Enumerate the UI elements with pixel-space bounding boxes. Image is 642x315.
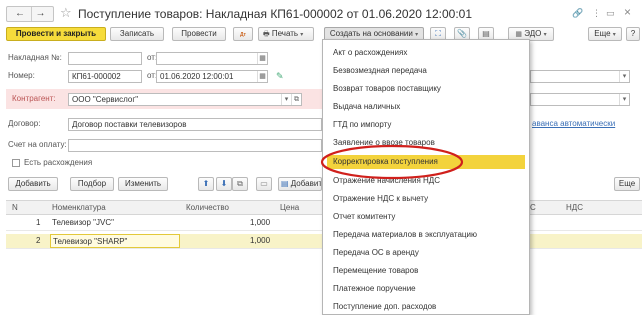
menu-item[interactable]: ГТД по импорту bbox=[331, 118, 523, 132]
row-item: Телевизор "JVC" bbox=[52, 218, 114, 227]
row-qty: 1,000 bbox=[250, 236, 271, 245]
open-icon[interactable]: ⧉ bbox=[291, 94, 301, 105]
window-menu-icon[interactable]: ⋮ bbox=[592, 6, 601, 20]
col-item: Номенклатура bbox=[52, 203, 106, 212]
warehouse-field[interactable]: ▾ bbox=[530, 93, 630, 106]
chevron-down-icon[interactable]: ▾ bbox=[619, 94, 629, 105]
row-qty: 1,000 bbox=[250, 218, 271, 227]
menu-item[interactable]: Возврат товаров поставщику bbox=[331, 82, 523, 96]
more-button[interactable]: Еще ▾ bbox=[588, 27, 622, 41]
printer-icon: 🖶 bbox=[263, 31, 270, 38]
forward-arrow-icon[interactable]: → bbox=[31, 7, 49, 21]
nav-buttons: ← → bbox=[6, 6, 54, 22]
favorite-star-icon[interactable]: ☆ bbox=[60, 5, 72, 21]
calendar-icon[interactable]: ▦ bbox=[257, 71, 267, 82]
menu-item[interactable]: Выдача наличных bbox=[331, 100, 523, 114]
select-button[interactable]: Подбор bbox=[70, 177, 114, 191]
copy-icon: ⧉ bbox=[237, 179, 243, 188]
page-title: Поступление товаров: Накладная КП61-0000… bbox=[78, 7, 472, 21]
contract-value: Договор поставки телевизоров bbox=[72, 120, 187, 129]
contract-label: Договор: bbox=[8, 119, 41, 128]
save-button[interactable]: Записать bbox=[110, 27, 164, 41]
menu-item[interactable]: Платежное поручение bbox=[331, 282, 523, 296]
row-item: Телевизор "SHARP" bbox=[50, 234, 180, 248]
arrow-up-icon: ⬆ bbox=[202, 179, 210, 188]
move-up-button[interactable]: ⬆ bbox=[198, 177, 214, 191]
edit-number-icon[interactable]: ✎ bbox=[276, 70, 284, 83]
counterparty-field[interactable]: ООО "Сервислог" ▾ ⧉ bbox=[68, 93, 302, 106]
invoice-number-label: Накладная №: bbox=[8, 53, 62, 62]
doc-button[interactable]: ▭ bbox=[256, 177, 272, 191]
invoice-number-field[interactable] bbox=[68, 52, 142, 65]
structure-icon: ⛶ bbox=[435, 29, 441, 38]
add-icon: ▤ bbox=[281, 179, 289, 188]
menu-item[interactable]: Акт о расхождениях bbox=[331, 46, 523, 60]
edo-label: ЭДО bbox=[524, 29, 542, 38]
document-icon: ▭ bbox=[260, 179, 268, 188]
number-field[interactable]: КП61-000002 bbox=[68, 70, 142, 83]
post-button[interactable]: Провести bbox=[172, 27, 226, 41]
vat-advance-link[interactable]: аванса автоматически bbox=[532, 118, 615, 130]
chevron-down-icon: ▾ bbox=[612, 32, 616, 38]
annotation-ellipse bbox=[320, 144, 464, 180]
dt-kt-button[interactable]: Дт bbox=[233, 27, 253, 41]
menu-item[interactable]: Безвозмездная передача bbox=[331, 64, 523, 78]
menu-item[interactable]: Поступление доп. расходов bbox=[331, 300, 523, 314]
menu-item[interactable]: Передача материалов в эксплуатацию bbox=[331, 228, 523, 242]
col-price: Цена bbox=[280, 203, 300, 212]
create-based-label: Создать на основании bbox=[329, 29, 413, 38]
col-vat: НДС bbox=[566, 203, 583, 212]
help-button[interactable]: ? bbox=[626, 27, 640, 41]
chevron-down-icon[interactable]: ▾ bbox=[281, 94, 291, 105]
move-down-button[interactable]: ⬇ bbox=[216, 177, 232, 191]
post-and-close-button[interactable]: Провести и закрыть bbox=[6, 27, 106, 41]
organization-field[interactable]: ▾ bbox=[530, 70, 630, 83]
discrepancy-checkbox[interactable] bbox=[12, 159, 20, 167]
chevron-down-icon: ▾ bbox=[300, 32, 304, 38]
counterparty-label: Контрагент: bbox=[12, 94, 56, 103]
report-icon: ▤ bbox=[482, 29, 490, 38]
paperclip-icon: 📎 bbox=[457, 29, 467, 38]
col-qty: Количество bbox=[186, 203, 229, 212]
table-more-button[interactable]: Еще bbox=[614, 177, 640, 191]
edo-icon: ▦ bbox=[515, 31, 522, 38]
payment-invoice-label: Счет на оплату: bbox=[8, 140, 67, 149]
link-icon[interactable]: 🔗 bbox=[572, 6, 583, 20]
row-number: 2 bbox=[36, 236, 41, 245]
add-from-button[interactable]: ▤ Добавит bbox=[278, 177, 322, 191]
more-label: Еще bbox=[594, 29, 611, 38]
payment-invoice-field[interactable] bbox=[68, 139, 322, 152]
menu-item[interactable]: Перемещение товаров bbox=[331, 264, 523, 278]
menu-item[interactable]: Отчет комитенту bbox=[331, 210, 523, 224]
row-number: 1 bbox=[36, 218, 41, 227]
date-value: 01.06.2020 12:00:01 bbox=[160, 72, 234, 81]
arrow-down-icon: ⬇ bbox=[220, 179, 228, 188]
chevron-down-icon: ▾ bbox=[415, 32, 419, 38]
change-button[interactable]: Изменить bbox=[118, 177, 168, 191]
menu-item[interactable]: Отражение НДС к вычету bbox=[331, 192, 523, 206]
discrepancy-label: Есть расхождения bbox=[24, 158, 93, 167]
close-icon[interactable]: × bbox=[624, 4, 631, 20]
counterparty-value: ООО "Сервислог" bbox=[72, 95, 139, 104]
add-button[interactable]: Добавить bbox=[8, 177, 58, 191]
invoice-date-field[interactable]: ▦ bbox=[156, 52, 268, 65]
col-c: С bbox=[530, 203, 536, 212]
chevron-down-icon: ▾ bbox=[543, 32, 547, 38]
chevron-down-icon[interactable]: ▾ bbox=[619, 71, 629, 82]
dt-kt-icon: Дт bbox=[239, 32, 246, 38]
print-label: Печать bbox=[271, 29, 299, 38]
col-n: N bbox=[12, 203, 18, 212]
number-label: Номер: bbox=[8, 71, 35, 80]
print-button[interactable]: 🖶 Печать ▾ bbox=[258, 27, 314, 41]
back-arrow-icon[interactable]: ← bbox=[11, 7, 29, 21]
contract-field[interactable]: Договор поставки телевизоров bbox=[68, 118, 322, 131]
date-field[interactable]: 01.06.2020 12:00:01 ▦ bbox=[156, 70, 268, 83]
copy-button[interactable]: ⧉ bbox=[232, 177, 248, 191]
menu-item[interactable]: Передача ОС в аренду bbox=[331, 246, 523, 260]
calendar-icon[interactable]: ▦ bbox=[257, 53, 267, 64]
maximize-icon[interactable]: ▭ bbox=[606, 6, 615, 20]
